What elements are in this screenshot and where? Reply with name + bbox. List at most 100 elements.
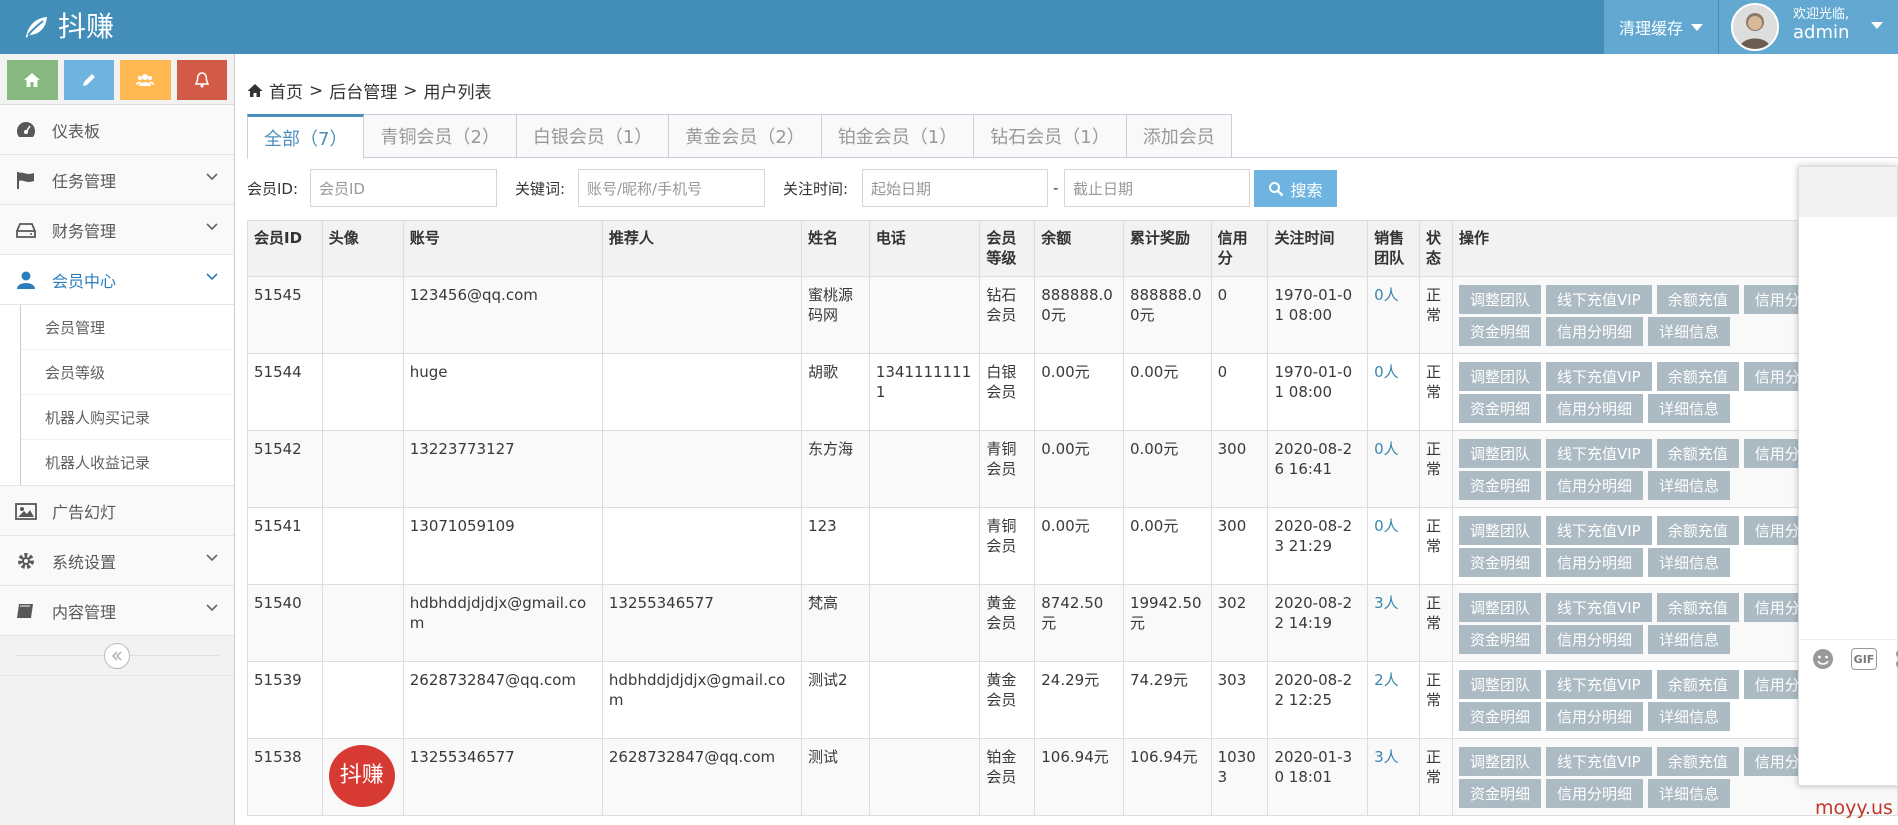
fund-details-button[interactable]: 资金明细 — [1458, 702, 1541, 731]
sidebar-item-label: 系统设置 — [52, 552, 117, 572]
tab-platinum[interactable]: 铂金会员（1） — [821, 114, 975, 158]
cell-team[interactable]: 0人 — [1367, 430, 1420, 508]
balance-recharge-button[interactable]: 余额充值 — [1656, 285, 1739, 314]
adjust-team-button[interactable]: 调整团队 — [1458, 362, 1541, 391]
cell-phone — [868, 584, 981, 662]
member-id-input[interactable]: 会员ID — [310, 169, 497, 207]
offline-vip-recharge-button[interactable]: 线下充值VIP — [1545, 516, 1652, 545]
offline-vip-recharge-button[interactable]: 线下充值VIP — [1545, 747, 1652, 776]
start-date-input[interactable]: 起始日期 — [862, 169, 1048, 207]
users-shortcut-button[interactable] — [120, 60, 171, 100]
balance-recharge-button[interactable]: 余额充值 — [1656, 593, 1739, 622]
sidebar-item-settings[interactable]: 系统设置 — [0, 536, 234, 586]
gif-button[interactable]: GIF — [1851, 648, 1877, 670]
fund-details-button[interactable]: 资金明细 — [1458, 625, 1541, 654]
offline-vip-recharge-button[interactable]: 线下充值VIP — [1545, 362, 1652, 391]
sidebar-item-ads[interactable]: 广告幻灯 — [0, 486, 234, 536]
offline-vip-recharge-button[interactable]: 线下充值VIP — [1545, 285, 1652, 314]
sidebar-item-content[interactable]: 内容管理 — [0, 586, 234, 636]
detail-info-button[interactable]: 详细信息 — [1648, 471, 1731, 500]
tab-diamond[interactable]: 钻石会员（1） — [974, 114, 1127, 158]
credit-details-button[interactable]: 信用分明细 — [1545, 702, 1643, 731]
cell-id: 51540 — [247, 584, 323, 662]
credit-details-button[interactable]: 信用分明细 — [1545, 625, 1643, 654]
detail-info-button[interactable]: 详细信息 — [1648, 779, 1731, 808]
sidebar-item-tasks[interactable]: 任务管理 — [0, 155, 234, 205]
cell-referrer — [601, 507, 803, 585]
adjust-team-button[interactable]: 调整团队 — [1458, 593, 1541, 622]
home-shortcut-button[interactable] — [7, 60, 58, 100]
collapse-sidebar-button[interactable] — [104, 642, 130, 669]
breadcrumb-home-link[interactable]: 首页 — [269, 78, 303, 103]
cell-credit: 302 — [1210, 584, 1269, 662]
col-header-id[interactable]: 会员ID — [247, 220, 323, 277]
brand[interactable]: 抖赚 — [22, 9, 114, 45]
adjust-team-button[interactable]: 调整团队 — [1458, 285, 1541, 314]
tab-silver[interactable]: 白银会员（1） — [516, 114, 670, 158]
submenu-item-robot-purchase[interactable]: 机器人购买记录 — [20, 395, 234, 440]
keyword-input[interactable]: 账号/昵称/手机号 — [578, 169, 765, 207]
credit-details-button[interactable]: 信用分明细 — [1545, 548, 1643, 577]
cell-time: 2020-08-26 16:41 — [1267, 430, 1369, 508]
detail-info-button[interactable]: 详细信息 — [1648, 317, 1731, 346]
cell-team[interactable]: 0人 — [1367, 276, 1420, 354]
detail-info-button[interactable]: 详细信息 — [1648, 702, 1731, 731]
offline-vip-recharge-button[interactable]: 线下充值VIP — [1545, 670, 1652, 699]
adjust-team-button[interactable]: 调整团队 — [1458, 670, 1541, 699]
offline-vip-recharge-button[interactable]: 线下充值VIP — [1545, 439, 1652, 468]
credit-details-button[interactable]: 信用分明细 — [1545, 317, 1643, 346]
submenu-item-member-level[interactable]: 会员等级 — [20, 350, 234, 395]
cell-team[interactable]: 3人 — [1367, 738, 1420, 816]
fund-details-button[interactable]: 资金明细 — [1458, 471, 1541, 500]
cell-team[interactable]: 0人 — [1367, 353, 1420, 431]
tab-gold[interactable]: 黄金会员（2） — [669, 114, 822, 158]
cell-name: 测试 — [801, 738, 870, 816]
credit-details-button[interactable]: 信用分明细 — [1545, 394, 1643, 423]
cell-referrer: hdbhddjdjdjx@gmail.com — [601, 661, 803, 739]
clear-cache-button[interactable]: 清理缓存 — [1604, 0, 1718, 54]
submenu-item-member-manage[interactable]: 会员管理 — [20, 305, 234, 350]
detail-info-button[interactable]: 详细信息 — [1648, 625, 1731, 654]
tab-add-member[interactable]: 添加会员 — [1126, 114, 1232, 158]
cell-time: 1970-01-01 08:00 — [1267, 276, 1369, 354]
fund-details-button[interactable]: 资金明细 — [1458, 317, 1541, 346]
fund-details-button[interactable]: 资金明细 — [1458, 779, 1541, 808]
adjust-team-button[interactable]: 调整团队 — [1458, 516, 1541, 545]
tab-all[interactable]: 全部（7） — [247, 114, 365, 159]
sidebar-item-label: 内容管理 — [52, 602, 117, 622]
adjust-team-button[interactable]: 调整团队 — [1458, 747, 1541, 776]
bell-shortcut-button[interactable] — [176, 60, 227, 100]
cell-team[interactable]: 3人 — [1367, 584, 1420, 662]
scissors-icon[interactable] — [1893, 648, 1898, 670]
search-button[interactable]: 搜索 — [1254, 170, 1337, 207]
pencil-shortcut-button[interactable] — [63, 60, 114, 100]
cell-status: 正常 — [1419, 507, 1453, 585]
cell-phone: 13411111111 — [868, 353, 981, 431]
col-header-referrer: 推荐人 — [601, 220, 803, 277]
balance-recharge-button[interactable]: 余额充值 — [1656, 516, 1739, 545]
tab-bronze[interactable]: 青铜会员（2） — [364, 114, 517, 158]
fund-details-button[interactable]: 资金明细 — [1458, 548, 1541, 577]
detail-info-button[interactable]: 详细信息 — [1648, 548, 1731, 577]
balance-recharge-button[interactable]: 余额充值 — [1656, 670, 1739, 699]
cell-name: 东方海 — [801, 430, 870, 508]
credit-details-button[interactable]: 信用分明细 — [1545, 779, 1643, 808]
sidebar-item-members[interactable]: 会员中心 — [0, 255, 234, 305]
sidebar-item-finance[interactable]: 财务管理 — [0, 205, 234, 255]
end-date-input[interactable]: 截止日期 — [1064, 169, 1250, 207]
sidebar-item-dashboard[interactable]: 仪表板 — [0, 105, 234, 155]
balance-recharge-button[interactable]: 余额充值 — [1656, 439, 1739, 468]
offline-vip-recharge-button[interactable]: 线下充值VIP — [1545, 593, 1652, 622]
user-menu[interactable]: 欢迎光临, admin — [1719, 0, 1898, 54]
detail-info-button[interactable]: 详细信息 — [1648, 394, 1731, 423]
submenu-item-robot-income[interactable]: 机器人收益记录 — [20, 440, 234, 485]
emoji-icon[interactable] — [1811, 647, 1835, 671]
adjust-team-button[interactable]: 调整团队 — [1458, 439, 1541, 468]
cell-team[interactable]: 2人 — [1367, 661, 1420, 739]
fund-details-button[interactable]: 资金明细 — [1458, 394, 1541, 423]
breadcrumb-admin-link[interactable]: 后台管理 — [329, 78, 397, 103]
balance-recharge-button[interactable]: 余额充值 — [1656, 362, 1739, 391]
balance-recharge-button[interactable]: 余额充值 — [1656, 747, 1739, 776]
credit-details-button[interactable]: 信用分明细 — [1545, 471, 1643, 500]
cell-team[interactable]: 0人 — [1367, 507, 1420, 585]
